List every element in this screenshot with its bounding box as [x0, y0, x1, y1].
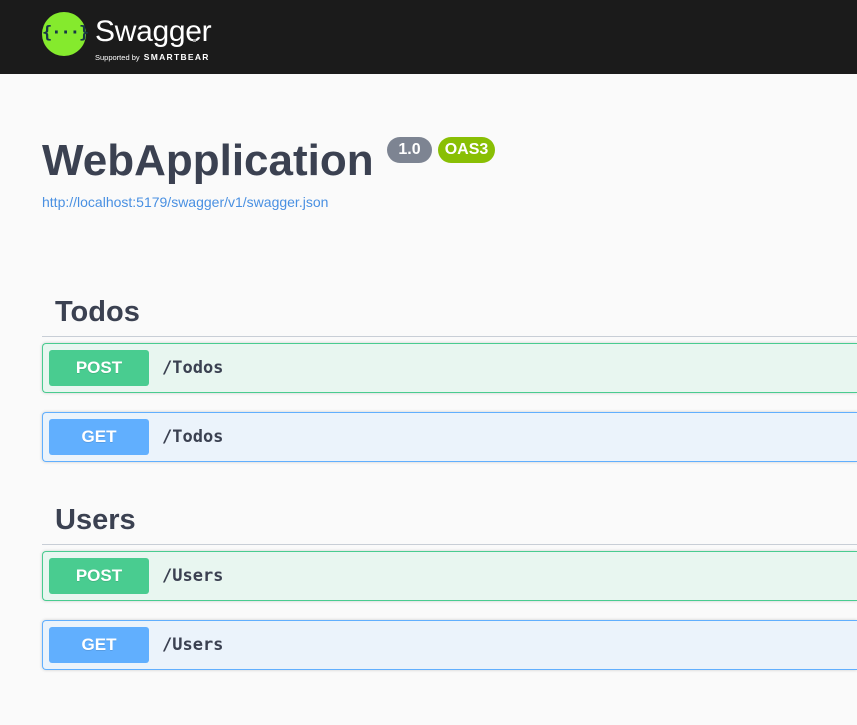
- brand-supported-by: Supported by: [95, 53, 140, 62]
- tag-header-users[interactable]: Users: [42, 490, 857, 545]
- swagger-logo-icon[interactable]: {···}: [42, 12, 89, 56]
- operation-path: /Todos: [162, 358, 224, 378]
- method-badge: POST: [49, 350, 149, 386]
- operation-get-todos[interactable]: GET /Todos: [42, 412, 857, 462]
- operation-post-users[interactable]: POST /Users: [42, 551, 857, 601]
- version-badge: 1.0: [387, 137, 432, 163]
- operation-path: /Todos: [162, 427, 224, 447]
- brand-subtitle: Supported by SMARTBEAR: [95, 52, 210, 63]
- page-title: WebApplication: [42, 136, 374, 185]
- tag-section-todos: Todos POST /Todos GET /Todos: [42, 282, 857, 462]
- topbar: {···} Swagger Supported by SMARTBEAR: [0, 0, 857, 74]
- method-badge: GET: [49, 627, 149, 663]
- tag-header-todos[interactable]: Todos: [42, 282, 857, 337]
- tag-title: Todos: [55, 296, 140, 328]
- operation-path: /Users: [162, 635, 224, 655]
- spec-url-link[interactable]: http://localhost:5179/swagger/v1/swagger…: [42, 194, 328, 211]
- oas-badge: OAS3: [438, 137, 495, 163]
- operation-path: /Users: [162, 566, 224, 586]
- brand-name[interactable]: Swagger: [95, 14, 212, 50]
- tag-title: Users: [55, 504, 136, 536]
- operation-get-users[interactable]: GET /Users: [42, 620, 857, 670]
- method-badge: POST: [49, 558, 149, 594]
- brand-dot: [193, 39, 196, 42]
- brand-company: SMARTBEAR: [143, 52, 210, 62]
- method-badge: GET: [49, 419, 149, 455]
- braces-icon: {···}: [42, 23, 89, 43]
- tag-section-users: Users POST /Users GET /Users: [42, 490, 857, 670]
- operation-post-todos[interactable]: POST /Todos: [42, 343, 857, 393]
